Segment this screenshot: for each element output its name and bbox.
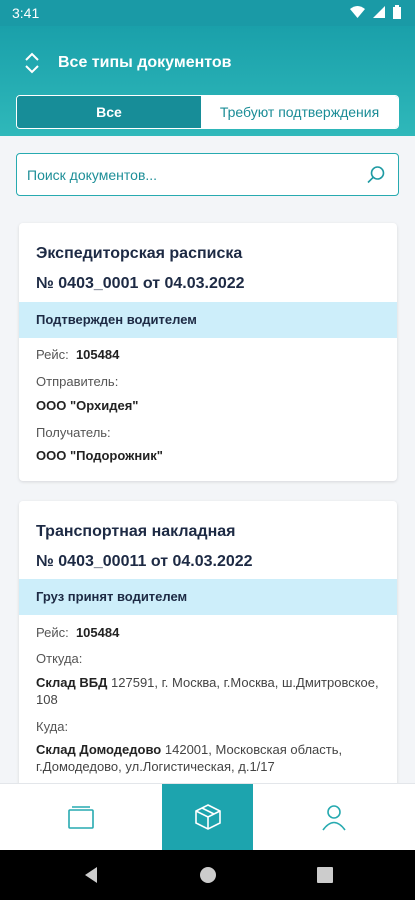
document-number: № 0403_0001 от 04.03.2022 xyxy=(36,275,245,292)
status-badge: Подтвержден водителем xyxy=(19,302,397,338)
search-box xyxy=(16,153,399,196)
search-icon[interactable] xyxy=(366,165,386,185)
document-number: № 0403_00011 от 04.03.2022 xyxy=(36,553,253,570)
home-icon[interactable] xyxy=(199,866,217,884)
doc-type-label: Все типы документов xyxy=(58,54,232,71)
recipient-label: Получатель: xyxy=(36,425,111,440)
trip-row: Рейс: 105484 xyxy=(36,347,119,362)
to-address: Склад Домодедово 142001, Московская обла… xyxy=(36,741,386,775)
nav-profile[interactable] xyxy=(253,784,415,850)
nav-documents[interactable] xyxy=(0,784,162,850)
filter-tabs: Все Требуют подтверждения xyxy=(16,95,399,129)
profile-icon xyxy=(322,805,346,831)
doc-type-selector[interactable]: Все типы документов xyxy=(22,52,232,74)
from-label: Откуда: xyxy=(36,651,83,666)
wifi-icon xyxy=(350,6,365,18)
to-label: Куда: xyxy=(36,719,69,734)
package-icon xyxy=(194,804,221,830)
status-badge: Груз принят водителем xyxy=(19,579,397,615)
trip-value: 105484 xyxy=(75,625,120,640)
bottom-nav xyxy=(0,783,415,850)
battery-icon xyxy=(393,5,401,19)
back-icon[interactable] xyxy=(83,866,99,884)
trip-row: Рейс: 105484 xyxy=(36,625,119,640)
system-nav-bar xyxy=(0,850,415,900)
recents-icon[interactable] xyxy=(316,867,333,883)
from-name: Склад ВБД xyxy=(36,675,108,690)
sender-label: Отправитель: xyxy=(36,374,119,389)
from-address: Склад ВБД 127591, г. Москва, г.Москва, ш… xyxy=(36,674,386,708)
sort-arrows-icon xyxy=(25,52,39,74)
document-title: Экспедиторская расписка xyxy=(36,245,243,262)
trip-label: Рейс: xyxy=(36,625,69,640)
app-header: Все типы документов Все Требуют подтверж… xyxy=(0,26,415,136)
tab-require-confirmation[interactable]: Требуют подтверждения xyxy=(201,96,398,128)
tab-all[interactable]: Все xyxy=(17,96,201,128)
status-icons xyxy=(350,5,401,19)
document-title: Транспортная накладная xyxy=(36,523,236,540)
search-input[interactable] xyxy=(27,154,357,195)
nav-packages[interactable] xyxy=(161,784,254,850)
document-card[interactable]: Транспортная накладная № 0403_00011 от 0… xyxy=(19,501,397,801)
document-card[interactable]: Экспедиторская расписка № 0403_0001 от 0… xyxy=(19,223,397,481)
trip-value: 105484 xyxy=(75,347,120,362)
documents-icon xyxy=(67,806,94,829)
recipient-value: ООО "Подорожник" xyxy=(36,448,163,463)
trip-label: Рейс: xyxy=(36,347,69,362)
status-time: 3:41 xyxy=(12,5,40,21)
signal-icon xyxy=(373,6,385,18)
status-bar: 3:41 xyxy=(0,0,415,26)
sender-value: ООО "Орхидея" xyxy=(36,398,139,413)
to-name: Склад Домодедово xyxy=(36,742,162,757)
